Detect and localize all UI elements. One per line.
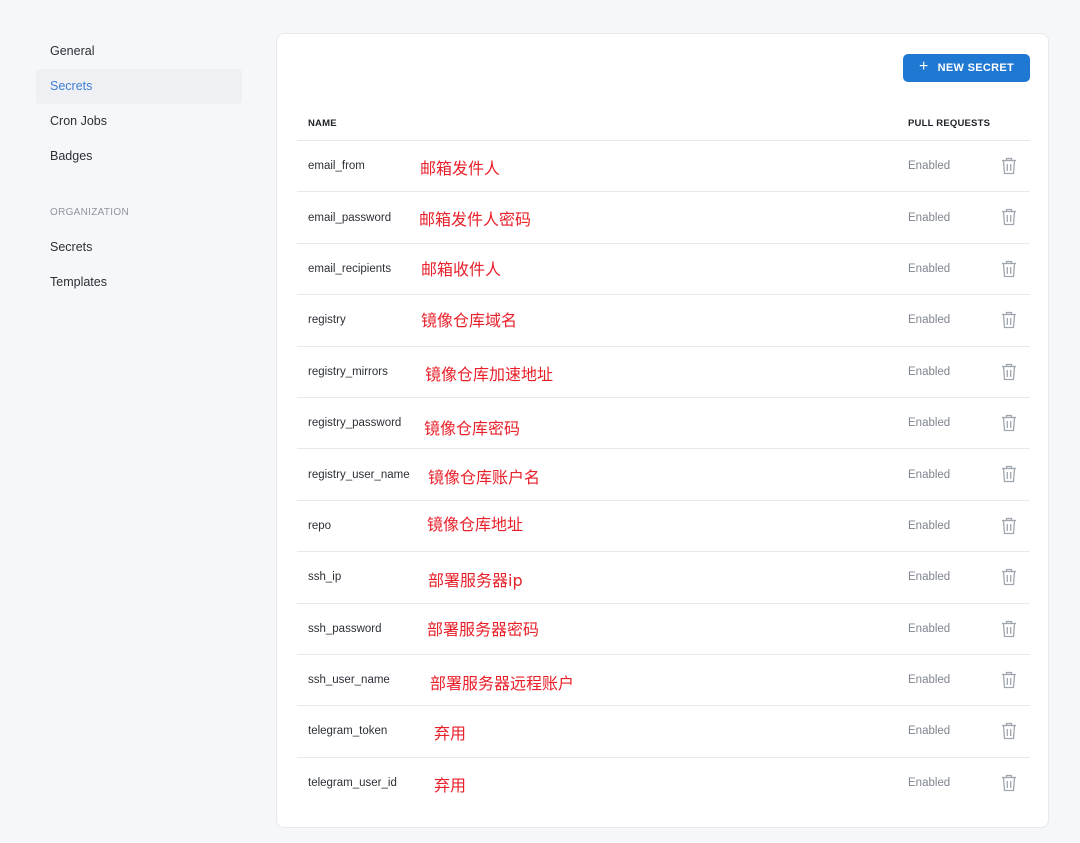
secrets-card: + NEW SECRET NAME PULL REQUESTS email_fr… xyxy=(276,33,1049,828)
trash-icon xyxy=(1000,517,1018,540)
organization-heading: ORGANIZATION xyxy=(50,207,129,218)
secrets-table-body: email_from 邮箱发件人 Enabled email_password 邮箱发件… xyxy=(297,141,1030,809)
delete-secret-button[interactable] xyxy=(1000,259,1018,279)
delete-secret-button[interactable] xyxy=(1000,362,1018,382)
secret-name: registry xyxy=(308,314,346,327)
pull-request-status: Enabled xyxy=(908,160,951,173)
pull-request-status: Enabled xyxy=(908,211,951,224)
sidebar-item-secrets[interactable]: Secrets xyxy=(36,69,242,104)
secret-annotation: 弃用 xyxy=(434,775,467,795)
pull-request-status: Enabled xyxy=(908,571,951,584)
table-row: ssh_user_name 部署服务器远程账户 Enabled xyxy=(297,655,1030,707)
table-header: NAME PULL REQUESTS xyxy=(297,109,1030,141)
secret-name: telegram_user_id xyxy=(308,777,397,790)
sidebar: General Secrets Cron Jobs Badges ORGANIZATI… xyxy=(36,34,242,300)
secret-annotation: 邮箱收件人 xyxy=(421,259,502,279)
table-row: registry_password 镜像仓库密码 Enabled xyxy=(297,398,1030,450)
pull-request-status: Enabled xyxy=(908,777,951,790)
sidebar-nav: General Secrets Cron Jobs Badges xyxy=(36,34,242,174)
secret-name: repo xyxy=(308,519,332,532)
secret-name: ssh_password xyxy=(308,622,382,635)
pull-request-status: Enabled xyxy=(908,314,951,327)
pull-request-status: Enabled xyxy=(908,725,951,738)
new-secret-button[interactable]: + NEW SECRET xyxy=(903,54,1030,82)
secret-annotation: 镜像仓库域名 xyxy=(421,311,518,331)
secret-annotation: 镜像仓库地址 xyxy=(427,514,524,534)
sidebar-org-item-secrets[interactable]: Secrets xyxy=(36,230,242,265)
sidebar-item-badges[interactable]: Badges xyxy=(36,139,242,174)
column-header-pull-requests: PULL REQUESTS xyxy=(908,118,991,129)
pull-request-status: Enabled xyxy=(908,468,951,481)
trash-icon xyxy=(1000,414,1018,437)
table-row: ssh_password 部署服务器密码 Enabled xyxy=(297,604,1030,655)
trash-icon xyxy=(1000,312,1018,334)
pull-request-status: Enabled xyxy=(908,365,951,378)
delete-secret-button[interactable] xyxy=(1000,721,1018,741)
secret-name: ssh_user_name xyxy=(308,674,390,687)
table-row: registry_mirrors 镜像仓库加速地址 Enabled xyxy=(297,347,1030,398)
delete-secret-button[interactable] xyxy=(1000,516,1018,536)
trash-icon xyxy=(1000,157,1018,180)
secret-annotation: 部署服务器ip xyxy=(428,571,523,591)
trash-icon xyxy=(1000,723,1018,745)
secret-name: registry_user_name xyxy=(308,468,410,481)
sidebar-org-nav: Secrets Templates xyxy=(36,230,242,300)
table-row: registry_user_name 镜像仓库账户名 Enabled xyxy=(297,449,1030,501)
delete-secret-button[interactable] xyxy=(1000,310,1018,330)
delete-secret-button[interactable] xyxy=(1000,567,1018,587)
sidebar-org-item-templates[interactable]: Templates xyxy=(36,265,242,300)
delete-secret-button[interactable] xyxy=(1000,207,1018,227)
secret-annotation: 弃用 xyxy=(434,724,467,744)
secret-annotation: 镜像仓库加速地址 xyxy=(425,364,554,384)
table-row: email_recipients 邮箱收件人 Enabled xyxy=(297,244,1030,296)
trash-icon xyxy=(1000,620,1018,643)
trash-icon xyxy=(1000,671,1018,694)
delete-secret-button[interactable] xyxy=(1000,619,1018,639)
trash-icon xyxy=(1000,568,1018,591)
trash-icon xyxy=(1000,209,1018,231)
table-row: ssh_ip 部署服务器ip Enabled xyxy=(297,552,1030,604)
trash-icon xyxy=(1000,260,1018,283)
pull-request-status: Enabled xyxy=(908,674,951,687)
table-row: email_from 邮箱发件人 Enabled xyxy=(297,141,1030,193)
table-row: registry 镜像仓库域名 Enabled xyxy=(297,295,1030,347)
trash-icon xyxy=(1000,774,1018,797)
table-row: repo 镜像仓库地址 Enabled xyxy=(297,501,1030,553)
secret-name: email_from xyxy=(308,160,365,173)
pull-request-status: Enabled xyxy=(908,262,951,275)
secret-name: telegram_token xyxy=(308,725,388,738)
plus-icon: + xyxy=(919,58,929,75)
secret-name: registry_mirrors xyxy=(308,365,388,378)
table-row: telegram_token 弃用 Enabled xyxy=(297,706,1030,758)
secret-annotation: 邮箱发件人 xyxy=(420,159,501,178)
secret-name: email_recipients xyxy=(308,262,392,275)
secret-name: ssh_ip xyxy=(308,571,342,584)
column-header-name: NAME xyxy=(308,118,337,129)
secret-annotation: 部署服务器远程账户 xyxy=(430,673,575,693)
secret-annotation: 部署服务器密码 xyxy=(427,619,540,639)
secret-name: registry_password xyxy=(308,417,402,430)
secret-annotation: 镜像仓库密码 xyxy=(424,418,521,438)
table-row: telegram_user_id 弃用 Enabled xyxy=(297,758,1030,809)
delete-secret-button[interactable] xyxy=(1000,413,1018,433)
delete-secret-button[interactable] xyxy=(1000,464,1018,484)
new-secret-label: NEW SECRET xyxy=(937,62,1014,74)
delete-secret-button[interactable] xyxy=(1000,670,1018,690)
delete-secret-button[interactable] xyxy=(1000,773,1018,793)
pull-request-status: Enabled xyxy=(908,417,951,430)
delete-secret-button[interactable] xyxy=(1000,156,1018,176)
table-row: email_password 邮箱发件人密码 Enabled xyxy=(297,192,1030,244)
trash-icon xyxy=(1000,466,1018,488)
pull-request-status: Enabled xyxy=(908,519,951,532)
secret-annotation: 镜像仓库账户名 xyxy=(428,468,541,488)
secret-name: email_password xyxy=(308,211,392,224)
sidebar-item-general[interactable]: General xyxy=(36,34,242,69)
sidebar-item-cron-jobs[interactable]: Cron Jobs xyxy=(36,104,242,139)
secret-annotation: 邮箱发件人密码 xyxy=(419,210,532,230)
trash-icon xyxy=(1000,363,1018,386)
pull-request-status: Enabled xyxy=(908,622,951,635)
